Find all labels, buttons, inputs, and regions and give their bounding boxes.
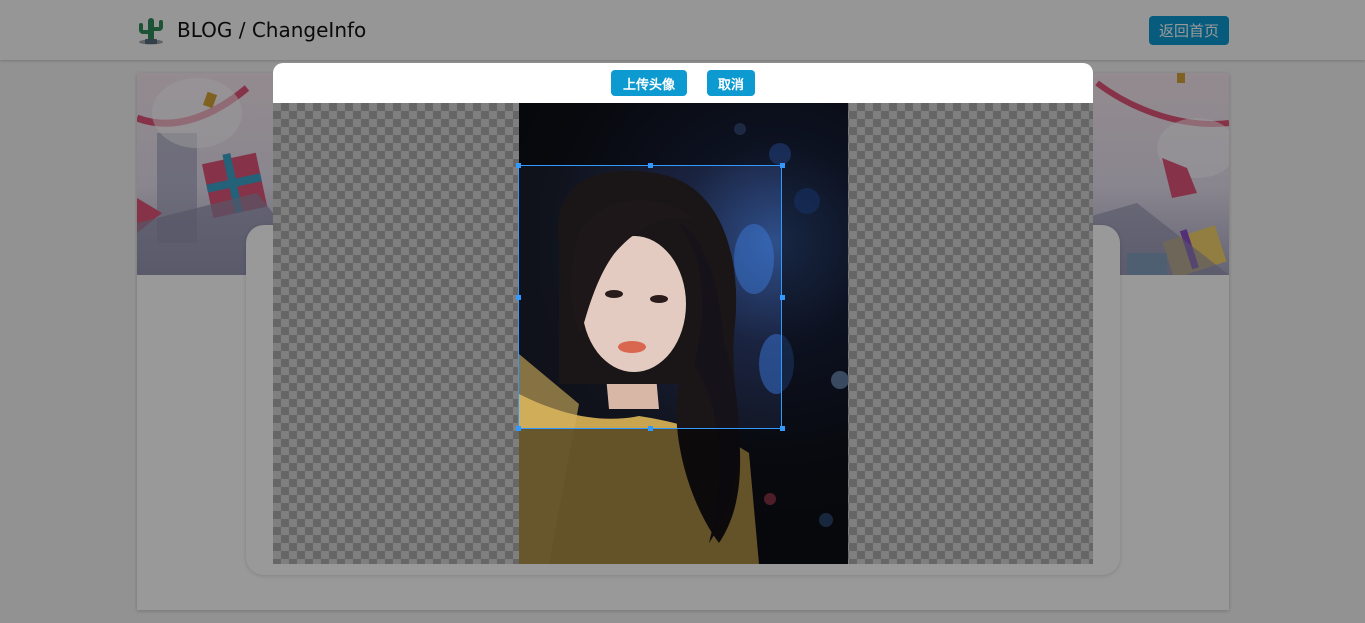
crop-handle-left[interactable]: [516, 295, 521, 300]
avatar-cropper-modal: 上传头像 取消: [273, 63, 1093, 564]
crop-handle-bottom[interactable]: [648, 426, 653, 431]
page: BLOG / ChangeInfo 返回首页 上传头像 取消: [0, 0, 1365, 623]
crop-canvas[interactable]: [273, 103, 1093, 564]
crop-handle-top[interactable]: [648, 163, 653, 168]
crop-handle-top-right[interactable]: [780, 163, 785, 168]
crop-preview-image: [519, 166, 781, 428]
crop-selection-box[interactable]: [518, 165, 782, 429]
crop-handle-top-left[interactable]: [516, 163, 521, 168]
crop-handle-bottom-right[interactable]: [780, 426, 785, 431]
crop-handle-right[interactable]: [780, 295, 785, 300]
upload-avatar-button[interactable]: 上传头像: [611, 70, 687, 96]
portrait-figure: [519, 170, 739, 428]
crop-handle-bottom-left[interactable]: [516, 426, 521, 431]
cancel-button[interactable]: 取消: [707, 70, 755, 96]
crop-preview: [519, 166, 781, 428]
modal-toolbar: 上传头像 取消: [273, 63, 1093, 103]
